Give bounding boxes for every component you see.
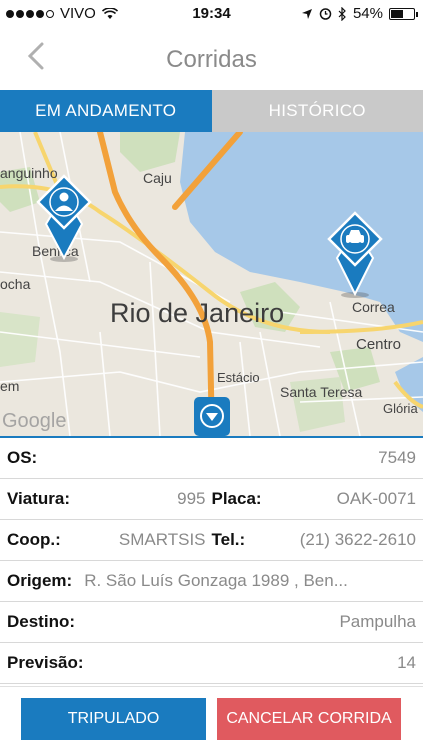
os-label: OS:: [7, 448, 38, 467]
tel-label: Tel.:: [211, 530, 246, 549]
battery-percent: 54%: [352, 5, 383, 22]
battery-icon: [389, 7, 418, 20]
map-label-correa: Correa: [352, 299, 395, 315]
previsao-value: 14: [397, 653, 416, 672]
row-os: OS: 7549: [0, 436, 423, 479]
viatura-label: Viatura:: [7, 489, 70, 508]
tab-em-andamento[interactable]: EM ANDAMENTO: [0, 90, 212, 132]
ride-details: OS: 7549 Viatura: 995 Placa: OAK-0071 Co…: [0, 436, 423, 684]
coop-label: Coop.:: [7, 530, 61, 549]
coop-cell: Coop.: SMARTSIS: [7, 530, 212, 550]
viatura-value: 995: [177, 489, 206, 508]
row-destino: Destino: Pampulha: [0, 602, 423, 643]
map-label-caju: Caju: [143, 170, 172, 186]
map-city-label: Rio de Janeiro: [110, 298, 284, 328]
location-arrow-icon: [301, 8, 312, 19]
row-viatura-placa: Viatura: 995 Placa: OAK-0071: [0, 479, 423, 520]
map-canvas: anguinho Caju Benfica ocha Correa Centro…: [0, 132, 423, 436]
origem-value: R. São Luís Gonzaga 1989 , Ben...: [84, 571, 348, 590]
battery-fill: [391, 9, 403, 18]
nav-bar: Corridas: [0, 28, 423, 90]
map-label-santa-teresa: Santa Teresa: [280, 384, 362, 400]
destino-label: Destino:: [7, 612, 75, 631]
map-label-centro: Centro: [356, 336, 401, 353]
os-value: 7549: [378, 448, 416, 467]
placa-cell: Placa: OAK-0071: [212, 489, 417, 509]
alarm-icon: [319, 8, 332, 20]
placa-value: OAK-0071: [336, 489, 416, 508]
map-view[interactable]: anguinho Caju Benfica ocha Correa Centro…: [0, 132, 423, 436]
tab-historico[interactable]: HISTÓRICO: [211, 90, 423, 132]
previsao-label: Previsão:: [7, 653, 84, 672]
row-coop-tel: Coop.: SMARTSIS Tel.: (21) 3622-2610: [0, 520, 423, 561]
status-right: 54%: [301, 5, 418, 22]
placa-label: Placa:: [211, 489, 262, 508]
status-bar: VIVO 19:34 54%: [0, 0, 423, 28]
tab-bar: EM ANDAMENTO HISTÓRICO: [0, 90, 423, 132]
map-attribution: Google: [2, 410, 67, 432]
viatura-cell: Viatura: 995: [7, 489, 212, 509]
origem-label: Origem:: [7, 571, 73, 590]
location-marker-icon[interactable]: [194, 397, 230, 436]
cancel-ride-button[interactable]: CANCELAR CORRIDA: [217, 698, 401, 740]
destino-value: Pampulha: [339, 612, 416, 631]
map-label-gloria: Glória: [383, 401, 418, 416]
map-label-ocha: ocha: [0, 276, 31, 292]
tripulado-button[interactable]: TRIPULADO: [21, 698, 206, 740]
tel-value[interactable]: (21) 3622-2610: [300, 530, 416, 550]
bluetooth-icon: [338, 6, 346, 21]
map-label-estacio: Estácio: [217, 370, 260, 385]
map-label-em: em: [0, 378, 19, 394]
tel-cell: Tel.: (21) 3622-2610: [212, 530, 417, 550]
page-title: Corridas: [166, 46, 257, 73]
row-previsao: Previsão: 14: [0, 643, 423, 684]
coop-value: SMARTSIS: [118, 530, 206, 549]
action-bar: TRIPULADO CANCELAR CORRIDA: [0, 686, 423, 750]
row-origem: Origem: R. São Luís Gonzaga 1989 , Ben..…: [0, 561, 423, 602]
map-label-anguinho: anguinho: [0, 165, 58, 181]
